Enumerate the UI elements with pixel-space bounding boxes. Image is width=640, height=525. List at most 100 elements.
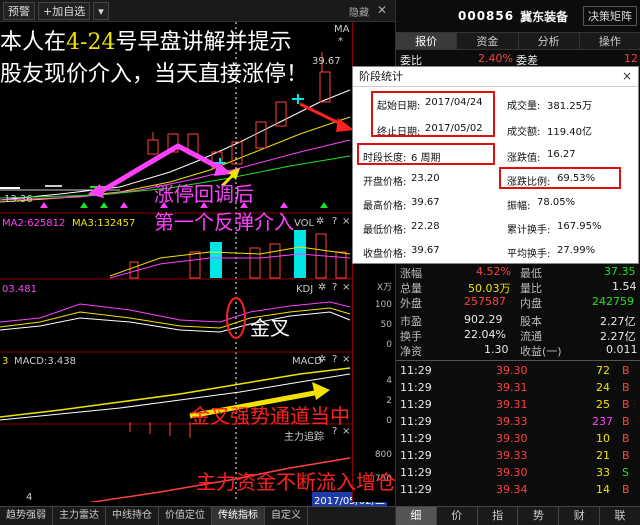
low-value: 22.28 <box>411 221 440 232</box>
tab-custom[interactable]: 自定义 <box>265 507 308 525</box>
gear-icon[interactable]: ✲ <box>318 354 326 365</box>
vol-label: VOL <box>294 218 315 229</box>
highlight-change-pct <box>499 167 621 189</box>
quote-tabs: 报价 资金 分析 操作 <box>396 32 640 50</box>
axis-label: 0 <box>386 340 392 350</box>
axis-label: 800 <box>374 450 392 460</box>
change-label: 涨跌值: <box>507 153 541 164</box>
open-value: 23.20 <box>411 173 440 184</box>
high-label: 最高价格: <box>363 201 407 212</box>
ma-star: * <box>338 36 343 47</box>
stock-header: 000856 冀东装备 决策矩阵 <box>396 0 640 32</box>
detail-tabs: 细 价 指 势 财 联 <box>396 506 640 525</box>
tick-row: 11:29 39.30 33 S <box>400 466 629 479</box>
tab-finance[interactable]: 财 <box>559 507 601 525</box>
close-icon[interactable]: × <box>342 216 350 227</box>
vol-ma3-label: MA3:132457 <box>72 218 136 229</box>
warn-button[interactable]: 预警 <box>3 1 35 20</box>
close-price-label: 收盘价格: <box>363 249 407 260</box>
axis-label: 100 <box>374 300 392 310</box>
ma-value-label: 39.67 <box>312 56 341 67</box>
avg-turnover-label: 平均换手: <box>507 249 551 260</box>
open-label: 开盘价格: <box>363 177 407 188</box>
gear-icon[interactable]: ✲ <box>316 216 324 227</box>
bottom-left-label: 4 <box>26 492 33 503</box>
amount-label: 成交额: <box>507 127 541 138</box>
close-icon[interactable]: × <box>342 354 350 365</box>
tick-row: 11:29 39.31 24 B <box>400 381 630 394</box>
dialog-title: 阶段统计 <box>353 67 638 87</box>
quote-row: 换手 22.04% 流通 2.27亿 <box>400 328 636 343</box>
axis-label: 2 <box>386 396 392 406</box>
tick-row: 11:29 39.33 21 B <box>400 449 630 462</box>
low-label: 最低价格: <box>363 225 407 236</box>
volume-label: 成交量: <box>507 101 541 112</box>
help-icon[interactable]: ? <box>332 282 337 293</box>
axis-label: 4 <box>386 376 392 386</box>
chart-toolbar: 预警 +加自选 ▾ 隐藏 ✕ <box>0 0 395 22</box>
help-icon[interactable]: ? <box>332 216 337 227</box>
tab-trend[interactable]: 趋势强弱 <box>0 507 53 525</box>
tab-trade[interactable]: 操作 <box>580 33 640 49</box>
tab-value[interactable]: 价值定位 <box>159 507 212 525</box>
stage-stats-dialog: 阶段统计 × 起始日期: 2017/04/24 成交量: 381.25万 终止日… <box>352 66 639 264</box>
kdj-label: KDJ <box>296 284 314 295</box>
ma-label: MA <box>334 24 350 35</box>
cum-turnover-label: 累计换手: <box>507 225 551 236</box>
macd-left-label: 3 <box>2 356 9 367</box>
stock-code: 000856 <box>458 9 515 23</box>
tab-price[interactable]: 价 <box>437 507 478 525</box>
volume-value: 381.25万 <box>547 101 592 112</box>
annotation-rebound-2: 第一个反弹介入 <box>154 210 294 234</box>
quote-row: 涨幅 4.52% 最低 37.35 <box>400 265 636 280</box>
tick-row: 11:29 39.31 25 B <box>400 398 630 411</box>
avg-turnover-value: 27.99% <box>557 245 596 256</box>
annotation-line1: 本人在4-24号早盘讲解并提示 <box>0 30 292 55</box>
quote-row: 总量 50.03万 量比 1.54 <box>400 280 637 295</box>
axis-label: 0 <box>386 416 392 426</box>
macd-value-label: MACD:3.438 <box>14 356 76 367</box>
tab-fund[interactable]: 资金 <box>457 33 519 49</box>
quote-row: 市盈 902.29 股本 2.27亿 <box>400 313 636 328</box>
close-icon[interactable]: × <box>342 282 350 293</box>
add-watchlist-button[interactable]: +加自选 <box>38 1 91 20</box>
cum-turnover-value: 167.95% <box>557 221 602 232</box>
kline-chart[interactable]: 13.36 MA * 39.67 MA2:625812 MA3:132457 V… <box>0 22 388 507</box>
tab-trend[interactable]: 势 <box>518 507 560 525</box>
tab-analysis[interactable]: 分析 <box>519 33 580 49</box>
gear-icon[interactable]: ✲ <box>318 282 326 293</box>
close-icon[interactable]: × <box>622 69 632 83</box>
tick-row: 11:29 39.30 72 B <box>400 364 630 377</box>
quote-row: 外盘 257587 内盘 242759 <box>400 295 634 310</box>
tab-radar[interactable]: 主力雷达 <box>53 507 106 525</box>
annotation-strong-channel: 金叉强势通道当中 <box>190 404 350 428</box>
tab-detail[interactable]: 细 <box>396 507 437 525</box>
decision-matrix-button[interactable]: 决策矩阵 <box>583 6 637 26</box>
tick-row: 11:29 39.34 14 B <box>400 483 630 496</box>
chevron-down-icon[interactable]: ▾ <box>93 1 109 20</box>
tab-quote[interactable]: 报价 <box>396 33 458 49</box>
tab-related[interactable]: 联 <box>600 507 640 525</box>
tab-traditional[interactable]: 传统指标 <box>212 507 265 525</box>
annotation-golden-cross: 金叉 <box>250 316 290 340</box>
annotation-line2: 股友现价介入，当天直接涨停！ <box>0 62 309 87</box>
close-icon[interactable]: ✕ <box>377 3 387 17</box>
help-icon[interactable]: ? <box>332 354 337 365</box>
tab-position[interactable]: 中线持仓 <box>106 507 159 525</box>
axis-label: X万 <box>376 283 392 293</box>
high-value: 39.67 <box>411 197 440 208</box>
amplitude-label: 振幅: <box>507 201 531 212</box>
vol-ma2-label: MA2:625812 <box>2 218 66 229</box>
volume-bars <box>129 230 347 279</box>
hide-button[interactable]: 隐藏 <box>349 4 369 19</box>
highlight-dates <box>371 91 495 137</box>
close-price-value: 39.67 <box>411 245 440 256</box>
annotation-capital-inflow: 主力资金不断流入增仓 <box>196 470 396 494</box>
axis-label: 50 <box>380 320 392 330</box>
indicator-tabs: 趋势强弱 主力雷达 中线持仓 价值定位 传统指标 自定义 <box>0 506 395 525</box>
amount-value: 119.40亿 <box>547 127 592 138</box>
tab-index[interactable]: 指 <box>478 507 519 525</box>
highlight-period <box>357 143 495 165</box>
price-low-label: 13.36 <box>4 194 33 205</box>
annotation-rebound-1: 涨停回调后 <box>154 182 254 206</box>
